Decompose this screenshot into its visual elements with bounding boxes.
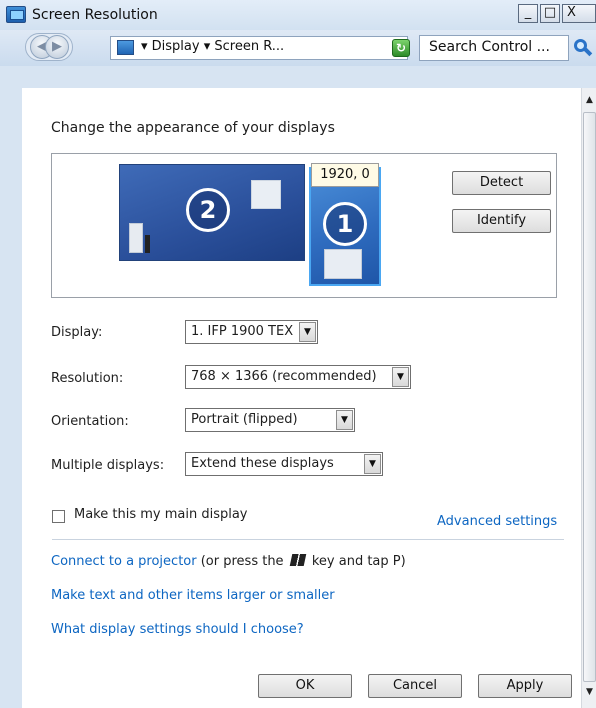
multiple-displays-select[interactable]: Extend these displays ▼	[185, 452, 383, 476]
title-bar: Screen Resolution _ □ X	[0, 0, 596, 30]
search-button[interactable]	[571, 36, 596, 60]
minimize-button[interactable]: _	[518, 4, 538, 23]
search-icon-handle	[583, 47, 593, 57]
chevron-down-icon[interactable]: ▼	[336, 410, 353, 430]
apply-button[interactable]: Apply	[478, 674, 572, 698]
windows-key-icon	[289, 554, 306, 566]
document-icon	[129, 223, 143, 253]
multiple-displays-label: Multiple displays:	[51, 458, 165, 473]
address-bar: ◀ ▶ ▾ Display ▾ Screen R... ▼ ↻ Search C…	[0, 30, 596, 66]
breadcrumb-text[interactable]: ▾ Display ▾ Screen R...	[141, 39, 284, 54]
resolution-value: 768 × 1366 (recommended)	[191, 369, 377, 384]
forward-button[interactable]: ▶	[45, 35, 69, 59]
chevron-down-icon[interactable]: ▼	[364, 454, 381, 474]
display-value: 1. IFP 1900 TEX	[191, 324, 294, 339]
identify-button[interactable]: Identify	[452, 209, 551, 233]
advanced-settings-link[interactable]: Advanced settings	[437, 514, 557, 529]
multiple-displays-value: Extend these displays	[191, 456, 334, 471]
projector-hint-prefix: (or press the	[200, 554, 284, 569]
detect-button[interactable]: Detect	[452, 171, 551, 195]
vertical-scrollbar[interactable]: ▲ ▼	[581, 88, 596, 708]
scroll-down-icon[interactable]: ▼	[583, 684, 596, 700]
monitor-1-position-tooltip: 1920, 0	[311, 163, 379, 187]
help-link[interactable]: What display settings should I choose?	[51, 622, 304, 637]
search-placeholder: Search Control ...	[429, 39, 550, 55]
refresh-button[interactable]: ↻	[389, 36, 413, 60]
projector-row: Connect to a projector (or press the key…	[51, 554, 406, 569]
close-button[interactable]: X	[562, 4, 596, 23]
search-input[interactable]: Search Control ...	[419, 35, 569, 61]
chevron-down-icon[interactable]: ▼	[392, 367, 409, 387]
display-preview: 2 1920, 0 1 Detect Identify	[51, 153, 557, 298]
monitor-1-number: 1	[323, 202, 367, 246]
device-icon	[145, 235, 150, 253]
resolution-select[interactable]: 768 × 1366 (recommended) ▼	[185, 365, 411, 389]
maximize-button[interactable]: □	[540, 4, 560, 23]
divider	[52, 539, 564, 540]
breadcrumb[interactable]: ▾ Display ▾ Screen R... ▼	[110, 36, 497, 60]
main-display-label[interactable]: Make this my main display	[74, 507, 248, 522]
chevron-down-icon[interactable]: ▼	[299, 322, 316, 342]
keypad-icon	[324, 249, 362, 279]
window-title: Screen Resolution	[32, 7, 158, 23]
cancel-button[interactable]: Cancel	[368, 674, 462, 698]
orientation-select[interactable]: Portrait (flipped) ▼	[185, 408, 355, 432]
display-select[interactable]: 1. IFP 1900 TEX ▼	[185, 320, 318, 344]
display-icon	[6, 6, 26, 23]
scroll-up-icon[interactable]: ▲	[583, 92, 596, 108]
refresh-icon: ↻	[392, 39, 410, 57]
monitor-2-number: 2	[186, 188, 230, 232]
content-panel: Change the appearance of your displays 2…	[22, 88, 581, 708]
control-panel-icon	[117, 40, 134, 55]
screen-resolution-window: Screen Resolution _ □ X ◀ ▶ ▾ Display ▾ …	[0, 0, 596, 708]
orientation-label: Orientation:	[51, 414, 129, 429]
ok-button[interactable]: OK	[258, 674, 352, 698]
display-label: Display:	[51, 325, 103, 340]
text-size-link[interactable]: Make text and other items larger or smal…	[51, 588, 335, 603]
monitor-1[interactable]: 1920, 0 1	[309, 163, 381, 286]
scroll-thumb[interactable]	[583, 112, 596, 682]
projector-hint-suffix: key and tap P)	[311, 554, 406, 569]
resolution-label: Resolution:	[51, 371, 124, 386]
orientation-value: Portrait (flipped)	[191, 412, 298, 427]
page-heading: Change the appearance of your displays	[51, 120, 335, 136]
projector-link[interactable]: Connect to a projector	[51, 554, 197, 569]
main-display-checkbox[interactable]	[52, 510, 65, 523]
window-thumbnail-icon	[251, 180, 281, 209]
monitor-2[interactable]: 2	[119, 164, 305, 261]
